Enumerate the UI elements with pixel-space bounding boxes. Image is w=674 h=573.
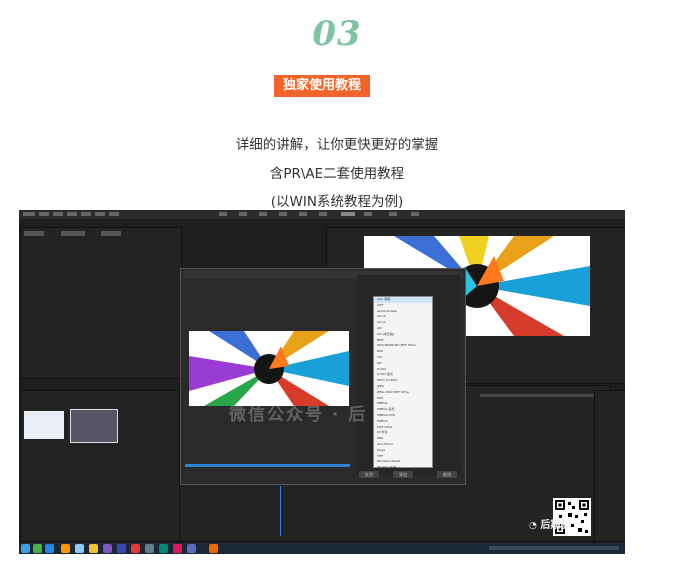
audio-meter	[594, 390, 625, 542]
premiere-screenshot: 队列 导出 取消 AAC 音频 AIFF Apple ProRes AS-10 AS-1…	[19, 210, 625, 554]
app-menubar	[19, 210, 625, 219]
start-icon[interactable]	[21, 544, 30, 553]
cancel-button[interactable]: 取消	[437, 471, 457, 478]
source-panel	[20, 227, 182, 379]
section-badge: 独家使用教程	[274, 75, 370, 97]
description-line-2: 含PR\AE二套使用教程	[269, 166, 405, 182]
step-number: 03	[312, 14, 362, 54]
wechat-account-label: ◔ 后期圈	[529, 520, 571, 531]
description-line-1: 详细的讲解，让你更快更好的掌握	[235, 137, 439, 153]
wechat-icon: ◔	[529, 521, 537, 531]
dropdown-item[interactable]: 动画 GIF	[374, 477, 432, 483]
description-line-3: (以WIN系统教程为例)	[270, 194, 404, 210]
watermark-text: 微信公众号 · 后	[229, 405, 368, 425]
dialog-preview-image	[189, 331, 349, 406]
windows-taskbar	[19, 543, 625, 554]
format-dropdown-list[interactable]: AAC 音频 AIFF Apple ProRes AS-10 AS-11 AVI AVI (…	[373, 296, 433, 481]
project-panel	[20, 390, 182, 542]
